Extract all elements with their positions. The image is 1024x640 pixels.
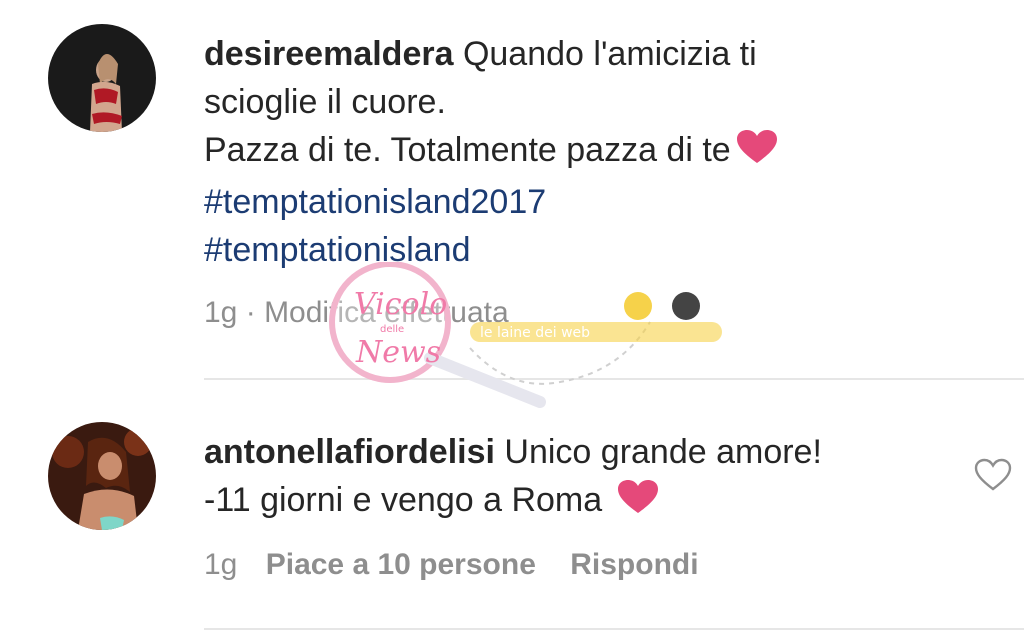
edited-label: Modifica effettuata [264,296,509,329]
hashtag-link[interactable]: #temptationisland [204,226,944,274]
comment-line: Unico grande amore! [504,433,822,471]
comment-text: antonellafiordelisi Unico grande amore! … [204,428,944,528]
comment-line: Quando l'amicizia ti [462,35,757,73]
comment-divider [204,378,1024,380]
comment-line: Pazza di te. Totalmente pazza di te [204,131,731,169]
comment-meta: 1g Piace a 10 persone Rispondi [204,548,699,582]
likes-count-link[interactable]: Piace a 10 persone [266,548,536,581]
reply-button[interactable]: Rispondi [570,548,698,581]
comment-username[interactable]: antonellafiordelisi [204,433,495,471]
comment-line: scioglie il cuore. [204,83,446,121]
avatar-desireemaldera[interactable] [48,24,156,132]
hashtag-link[interactable]: #temptationisland2017 [204,178,944,226]
comment-meta: 1g · Modifica effettuata [204,296,509,330]
meta-separator: · [245,296,256,329]
comment-text: desireemaldera Quando l'amicizia ti scio… [204,30,944,274]
comment-time: 1g [204,548,238,581]
comment-time: 1g [204,296,238,329]
avatar-antonellafiordelisi[interactable] [48,422,156,530]
comment-username[interactable]: desireemaldera [204,35,454,73]
watermark-logo: Vicolo delle News le laine dei web [320,261,740,427]
comment-line: -11 giorni e vengo a Roma [204,481,603,519]
pink-heart-emoji-icon [735,129,779,178]
heart-outline-icon[interactable] [974,458,1012,497]
svg-text:News: News [355,335,441,370]
pink-heart-emoji-icon [616,479,660,528]
comment-divider [204,628,1024,630]
